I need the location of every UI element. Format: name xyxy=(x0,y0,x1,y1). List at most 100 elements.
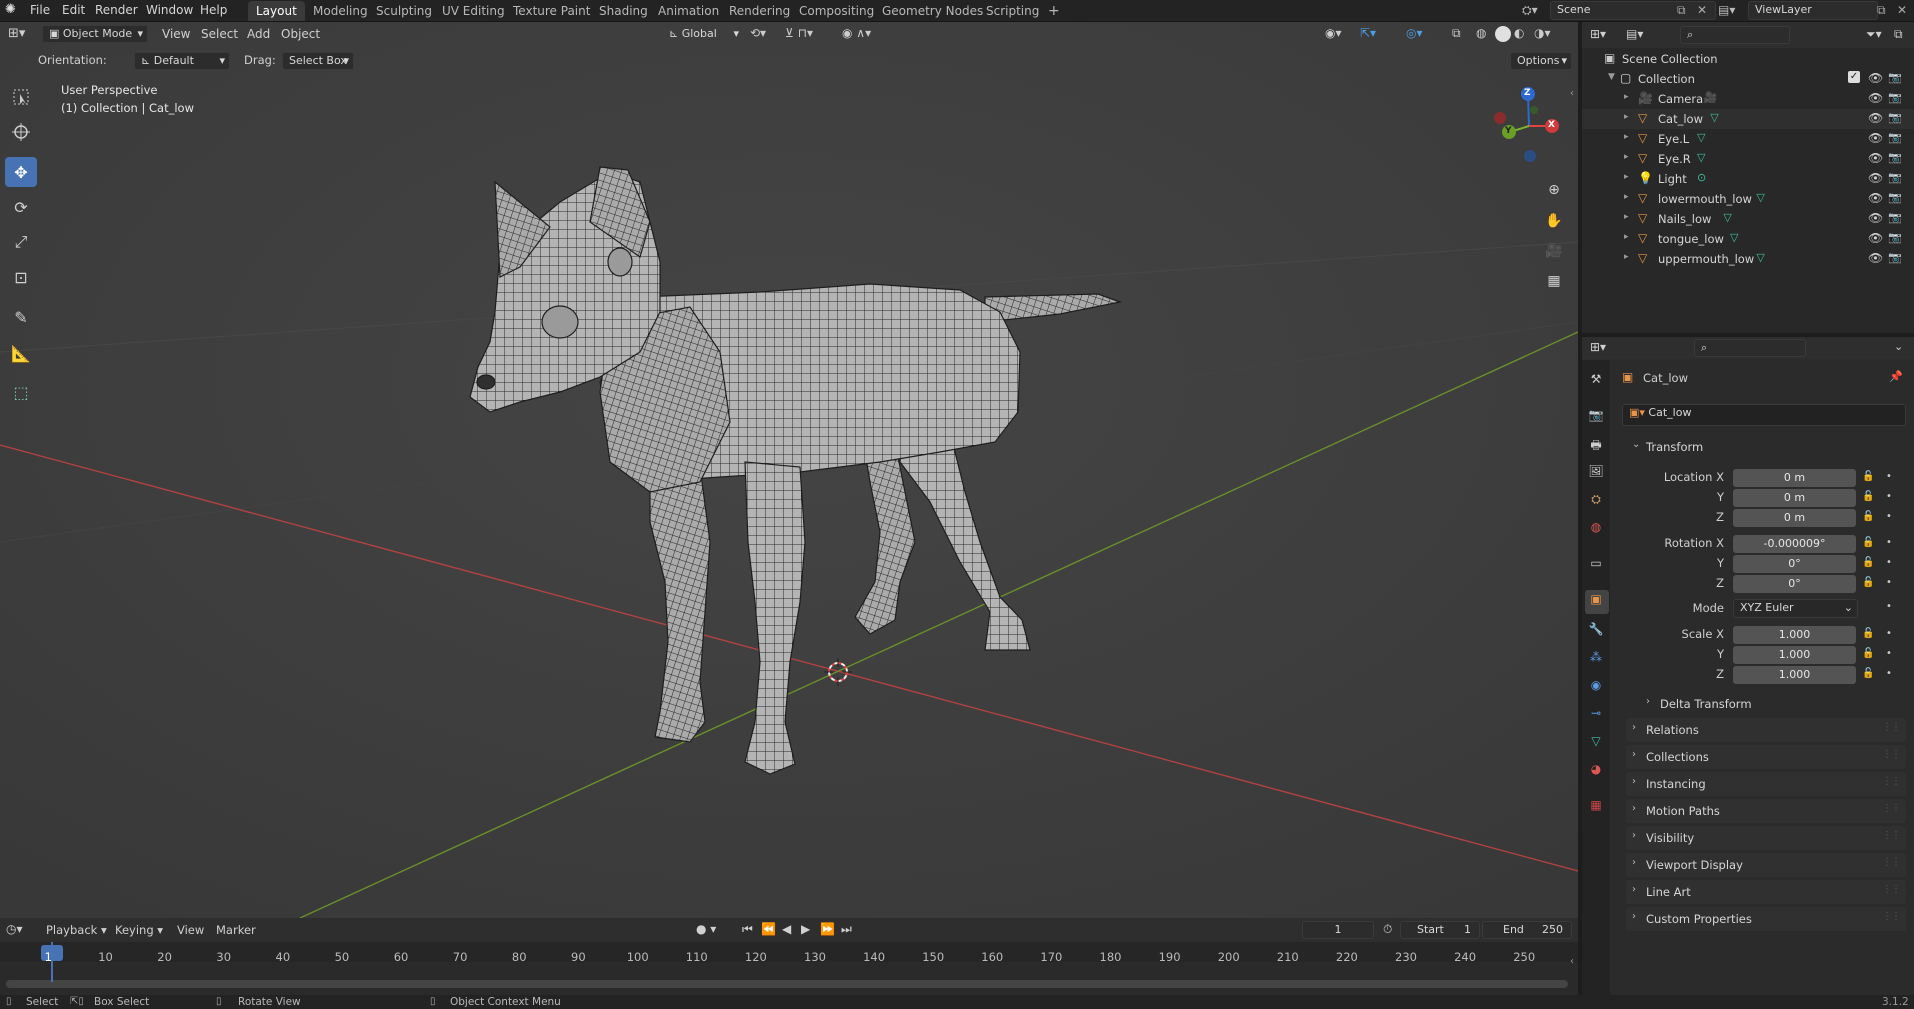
tab-scripting[interactable]: Scripting xyxy=(978,1,1047,21)
panel-header-viewport-display[interactable]: › Viewport Display ⋮⋮ xyxy=(1626,853,1906,877)
expand-icon[interactable]: ▸ xyxy=(1624,252,1629,262)
move-tool[interactable]: ✥ xyxy=(5,157,37,187)
outliner-item-lowermouth-low[interactable]: ▸ ▽ lowermouth_low ▽ 👁 📷 xyxy=(1582,189,1914,209)
orientation-dropdown[interactable]: ⊾ Default ▾ xyxy=(134,52,230,70)
timeline-menu-marker[interactable]: Marker xyxy=(216,923,256,937)
eye-icon[interactable]: 👁 xyxy=(1868,191,1883,205)
viewlayer-icon[interactable]: ▤▾ xyxy=(1718,3,1735,17)
cursor-tool[interactable] xyxy=(5,117,37,147)
timeline-menu-playback[interactable]: Playback ▾ xyxy=(46,923,107,937)
perspective-toggle-icon[interactable]: ▦ xyxy=(1541,268,1567,294)
play-reverse-icon[interactable]: ◀ xyxy=(782,922,791,936)
options-dropdown[interactable]: Options ▾ xyxy=(1510,52,1572,70)
keyframe-dot-icon[interactable]: • xyxy=(1886,577,1892,588)
outliner-item-uppermouth-low[interactable]: ▸ ▽ uppermouth_low ▽ 👁 📷 xyxy=(1582,249,1914,269)
outliner-item-eye-l[interactable]: ▸ ▽ Eye.L ▽ 👁 📷 xyxy=(1582,129,1914,149)
light-data-icon[interactable]: ⊙ xyxy=(1697,171,1706,184)
eye-icon[interactable]: 👁 xyxy=(1868,151,1883,165)
panel-header-line-art[interactable]: › Line Art ⋮⋮ xyxy=(1626,880,1906,904)
render-camera-icon[interactable]: 📷 xyxy=(1888,151,1902,164)
rotation-mode-dropdown[interactable]: XYZ Euler ⌄ xyxy=(1733,599,1858,618)
keyframe-dot-icon[interactable]: • xyxy=(1886,668,1892,679)
tab-uv-editing[interactable]: UV Editing xyxy=(434,1,513,21)
wireframe-shading-icon[interactable]: ◍ xyxy=(1476,26,1486,40)
eye-icon[interactable]: 👁 xyxy=(1868,171,1883,185)
mesh-data-icon[interactable]: ▽ xyxy=(1697,151,1705,164)
material-tab-icon[interactable]: ◕ xyxy=(1586,762,1606,784)
modifier-tab-icon[interactable]: 🔧 xyxy=(1586,622,1606,644)
pan-hand-icon[interactable]: ✋ xyxy=(1541,208,1567,234)
panel-header-custom-properties[interactable]: › Custom Properties ⋮⋮ xyxy=(1626,907,1906,931)
new-collection-icon[interactable]: ⧉ xyxy=(1894,27,1903,42)
jump-end-icon[interactable]: ⏭ xyxy=(841,922,852,937)
expand-icon[interactable]: ▸ xyxy=(1624,232,1629,242)
expand-icon[interactable]: ▸ xyxy=(1624,152,1629,162)
timeline-menu-keying[interactable]: Keying ▾ xyxy=(115,923,163,937)
viewport-menu-object[interactable]: Object xyxy=(281,27,320,41)
annotate-tool[interactable]: ✎ xyxy=(5,302,37,332)
panel-header-instancing[interactable]: › Instancing ⋮⋮ xyxy=(1626,772,1906,796)
blender-logo-icon[interactable]: ✺ xyxy=(5,2,16,17)
physics-tab-icon[interactable]: ◉ xyxy=(1586,678,1606,700)
keyframe-dot-icon[interactable]: • xyxy=(1886,537,1892,548)
keyframe-dot-icon[interactable]: • xyxy=(1886,511,1892,522)
constraints-tab-icon[interactable]: ⊸ xyxy=(1586,706,1606,728)
editor-type-icon[interactable]: ⊞▾ xyxy=(1590,27,1606,41)
sidebar-toggle-icon[interactable]: ‹ xyxy=(1570,88,1574,99)
menu-help[interactable]: Help xyxy=(200,3,227,17)
rotate-tool[interactable]: ⟳ xyxy=(5,192,37,222)
tab-texture-paint[interactable]: Texture Paint xyxy=(505,1,598,21)
mesh-data-icon[interactable]: ▽ xyxy=(1756,251,1764,264)
transform-panel-header[interactable]: ⌄ Transform xyxy=(1626,435,1906,459)
outliner-item-light[interactable]: ▸ 💡 Light ⊙ 👁 📷 xyxy=(1582,169,1914,189)
menu-render[interactable]: Render xyxy=(95,3,138,17)
rotation-x-field[interactable]: -0.000009° xyxy=(1733,535,1856,553)
tool-tab-icon[interactable]: ⚒ xyxy=(1586,372,1606,394)
solid-shading-icon[interactable] xyxy=(1495,26,1511,42)
expand-icon[interactable]: ▼ xyxy=(1608,72,1615,82)
delete-viewlayer-icon[interactable]: ✕ xyxy=(1897,3,1907,17)
object-tab-icon[interactable]: ▣ xyxy=(1586,592,1606,614)
collection-checkbox[interactable]: ✓ xyxy=(1848,71,1860,83)
visibility-icon[interactable]: ◉▾ xyxy=(1325,26,1342,40)
outliner-item-nails-low[interactable]: ▸ ▽ Nails_low ▽ 👁 📷 xyxy=(1582,209,1914,229)
world-tab-icon[interactable]: ◍ xyxy=(1586,520,1606,542)
sidebar-toggle-icon[interactable]: ‹ xyxy=(1570,956,1574,967)
eye-icon[interactable]: 👁 xyxy=(1868,131,1883,145)
panel-header-visibility[interactable]: › Visibility ⋮⋮ xyxy=(1626,826,1906,850)
eye-icon[interactable]: 👁 xyxy=(1868,91,1883,105)
lock-icon[interactable]: 🔓 xyxy=(1862,471,1874,482)
viewport-menu-add[interactable]: Add xyxy=(247,27,270,41)
drag-dropdown[interactable]: Select Box ▾ xyxy=(282,52,354,70)
editor-type-icon[interactable]: ⊞▾ xyxy=(8,26,25,41)
keyframe-dot-icon[interactable]: • xyxy=(1886,471,1892,482)
panel-header-collections[interactable]: › Collections ⋮⋮ xyxy=(1626,745,1906,769)
transform-orientation-selector[interactable]: ⊾ Global ▾ xyxy=(662,25,742,43)
lock-icon[interactable]: 🔓 xyxy=(1862,668,1874,679)
outliner-collection[interactable]: ▼ ▢ Collection ✓ 👁 📷 xyxy=(1582,69,1914,89)
jump-start-icon[interactable]: ⏮ xyxy=(742,922,753,937)
panel-header-motion-paths[interactable]: › Motion Paths ⋮⋮ xyxy=(1626,799,1906,823)
expand-icon[interactable]: ▸ xyxy=(1624,112,1629,122)
drag-grip-icon[interactable]: ⋮⋮ xyxy=(1882,749,1901,760)
scale-x-field[interactable]: 1.000 xyxy=(1733,626,1856,644)
add-cube-tool[interactable]: ⬚ xyxy=(5,377,37,407)
scale-z-field[interactable]: 1.000 xyxy=(1733,666,1856,684)
current-frame-field[interactable]: 1 xyxy=(1302,921,1374,939)
render-camera-icon[interactable]: 📷 xyxy=(1888,191,1902,204)
render-camera-icon[interactable]: 📷 xyxy=(1888,211,1902,224)
keyframe-dot-icon[interactable]: • xyxy=(1886,491,1892,502)
menu-edit[interactable]: Edit xyxy=(62,3,85,17)
render-camera-icon[interactable]: 📷 xyxy=(1888,231,1902,244)
lock-icon[interactable]: 🔓 xyxy=(1862,491,1874,502)
expand-icon[interactable]: ▸ xyxy=(1624,192,1629,202)
display-mode-icon[interactable]: ▤▾ xyxy=(1626,27,1643,41)
render-tab-icon[interactable]: 📷 xyxy=(1586,408,1606,430)
rendered-shading-icon[interactable]: ◑▾ xyxy=(1534,26,1551,40)
tab-sculpting[interactable]: Sculpting xyxy=(368,1,440,21)
zoom-icon[interactable]: ⊕ xyxy=(1541,177,1567,203)
outliner-scene-collection[interactable]: ▣ Scene Collection xyxy=(1582,49,1914,69)
timeline-menu-view[interactable]: View xyxy=(177,923,204,937)
keyframe-dot-icon[interactable]: • xyxy=(1886,557,1892,568)
scene-icon[interactable]: ⛭▾ xyxy=(1522,3,1538,18)
